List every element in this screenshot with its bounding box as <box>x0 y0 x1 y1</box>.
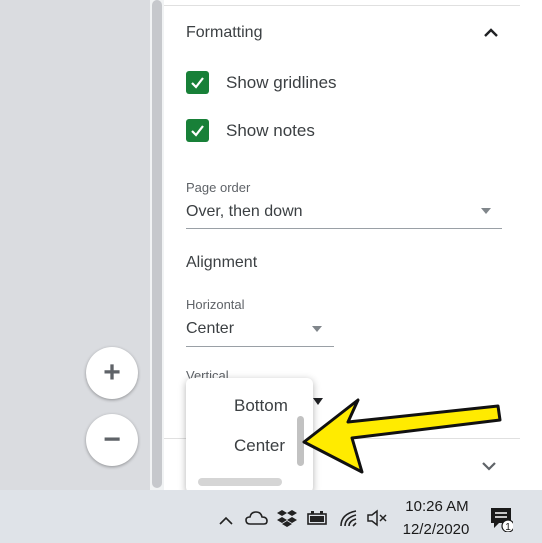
print-preview-area <box>0 0 150 490</box>
dropdown-arrow-icon[interactable] <box>481 208 491 214</box>
formatting-section-title[interactable]: Formatting <box>186 24 262 42</box>
horizontal-select[interactable]: Center <box>186 320 234 338</box>
minus-icon: − <box>103 423 121 456</box>
check-icon <box>191 125 204 137</box>
divider <box>164 5 520 6</box>
clock-date[interactable]: 12/2/2020 <box>400 521 472 538</box>
alignment-heading: Alignment <box>186 254 258 271</box>
show-notes-label[interactable]: Show notes <box>226 121 315 141</box>
horizontal-caption: Horizontal <box>186 297 245 312</box>
show-notes-checkbox[interactable] <box>186 119 209 142</box>
page-order-caption: Page order <box>186 180 251 195</box>
option-center[interactable]: Center <box>234 436 285 456</box>
show-gridlines-checkbox[interactable] <box>186 71 209 94</box>
zoom-in-button[interactable]: + <box>86 347 138 399</box>
preview-scrollbar-thumb[interactable] <box>152 0 162 488</box>
page-order-select[interactable]: Over, then down <box>186 203 303 221</box>
chevron-up-icon[interactable] <box>480 22 502 44</box>
arrow-annotation-icon <box>302 398 502 474</box>
dropdown-horizontal-scrollbar[interactable] <box>198 478 282 486</box>
volume-muted-icon[interactable] <box>366 508 390 528</box>
horizontal-underline <box>186 346 334 347</box>
notification-icon[interactable]: 1 <box>489 506 513 532</box>
page-order-underline <box>186 228 502 229</box>
plus-icon: + <box>103 356 121 389</box>
dropdown-arrow-icon[interactable] <box>312 326 322 332</box>
zoom-out-button[interactable]: − <box>86 414 138 466</box>
show-gridlines-label[interactable]: Show gridlines <box>226 73 337 93</box>
dropbox-icon[interactable] <box>276 508 298 528</box>
clock-time[interactable]: 10:26 AM <box>403 498 471 515</box>
wifi-icon[interactable] <box>338 508 360 528</box>
battery-icon[interactable] <box>305 508 329 528</box>
onedrive-icon[interactable] <box>244 508 270 528</box>
notification-count: 1 <box>505 522 511 532</box>
check-icon <box>191 77 204 89</box>
chevron-up-icon[interactable] <box>217 511 235 531</box>
